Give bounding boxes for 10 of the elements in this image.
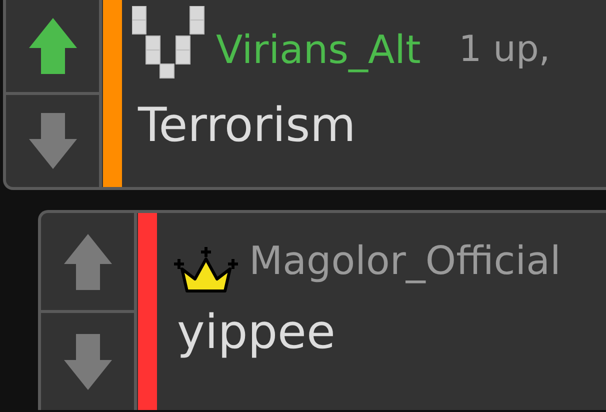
- author-link[interactable]: Virians_Alt: [216, 31, 421, 82]
- vote-count: 1 up,: [458, 32, 550, 72]
- up-arrow-icon: [62, 232, 114, 292]
- crown-icon: [173, 245, 239, 293]
- author-link[interactable]: Magolor_Official: [249, 242, 561, 293]
- down-arrow-icon: [62, 332, 114, 392]
- up-arrow-icon: [26, 16, 78, 76]
- comment-text: yippee: [176, 309, 336, 356]
- down-arrow-icon: [26, 111, 78, 171]
- comment-text: Terrorism: [136, 102, 357, 149]
